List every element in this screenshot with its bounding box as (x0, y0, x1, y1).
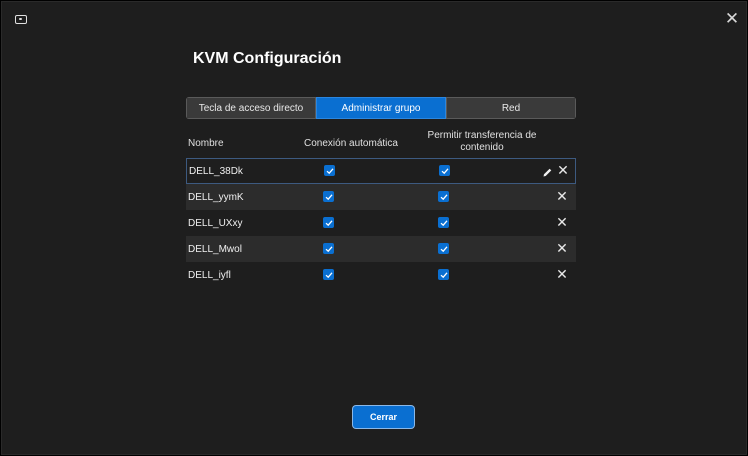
close-button[interactable]: Cerrar (353, 406, 414, 428)
auto-connect-checkbox[interactable] (323, 217, 334, 228)
pencil-icon[interactable] (542, 165, 553, 177)
transfer-checkbox[interactable] (438, 243, 449, 254)
check-icon (325, 193, 332, 200)
page-title: KVM Configuración (193, 50, 342, 67)
transfer-checkbox[interactable] (438, 191, 449, 202)
check-icon (440, 219, 447, 226)
check-icon (326, 167, 333, 174)
device-name: DELL_UXxy (188, 217, 243, 229)
device-name: DELL_yymK (188, 191, 244, 203)
device-name: DELL_Mwol (188, 243, 242, 255)
tab-bar: Tecla de acceso directo Administrar grup… (186, 97, 576, 119)
table-row[interactable]: DELL_38Dk ✕ (186, 158, 576, 184)
delete-icon[interactable]: ✕ (557, 163, 569, 177)
auto-connect-checkbox[interactable] (323, 243, 334, 254)
table-row[interactable]: DELL_UXxy ✕ (186, 210, 576, 236)
auto-connect-checkbox[interactable] (323, 269, 334, 280)
table-row[interactable]: DELL_iyfl ✕ (186, 262, 576, 288)
auto-connect-checkbox[interactable] (323, 191, 334, 202)
device-name: DELL_38Dk (189, 165, 243, 177)
check-icon (325, 219, 332, 226)
check-icon (440, 245, 447, 252)
table-row[interactable]: DELL_yymK ✕ (186, 184, 576, 210)
transfer-checkbox[interactable] (438, 269, 449, 280)
close-window-button[interactable]: ✕ (724, 10, 740, 27)
tab-hotkey[interactable]: Tecla de acceso directo (186, 97, 316, 119)
check-icon (440, 271, 447, 278)
table-row[interactable]: DELL_Mwol ✕ (186, 236, 576, 262)
device-name: DELL_iyfl (188, 269, 231, 281)
header-transfer: Permitir transferencia de contenido (427, 130, 537, 153)
auto-connect-checkbox[interactable] (324, 165, 335, 176)
check-icon (441, 167, 448, 174)
tab-manage-group[interactable]: Administrar grupo (316, 97, 446, 119)
delete-icon[interactable]: ✕ (556, 189, 568, 203)
delete-icon[interactable]: ✕ (556, 267, 568, 281)
check-icon (440, 193, 447, 200)
check-icon (325, 271, 332, 278)
transfer-checkbox[interactable] (439, 165, 450, 176)
delete-icon[interactable]: ✕ (556, 215, 568, 229)
table-header: Nombre Conexión automática Permitir tran… (186, 128, 576, 158)
check-icon (325, 245, 332, 252)
header-name: Nombre (188, 138, 224, 149)
transfer-checkbox[interactable] (438, 217, 449, 228)
tab-network[interactable]: Red (446, 97, 576, 119)
monitor-icon (15, 15, 27, 24)
delete-icon[interactable]: ✕ (556, 241, 568, 255)
header-auto-connect: Conexión automática (304, 138, 398, 149)
kvm-dialog: ✕ KVM Configuración Tecla de acceso dire… (1, 1, 747, 455)
group-table: DELL_38Dk ✕ DELL_yymK ✕ DELL_UXxy ✕ DELL… (186, 158, 576, 288)
